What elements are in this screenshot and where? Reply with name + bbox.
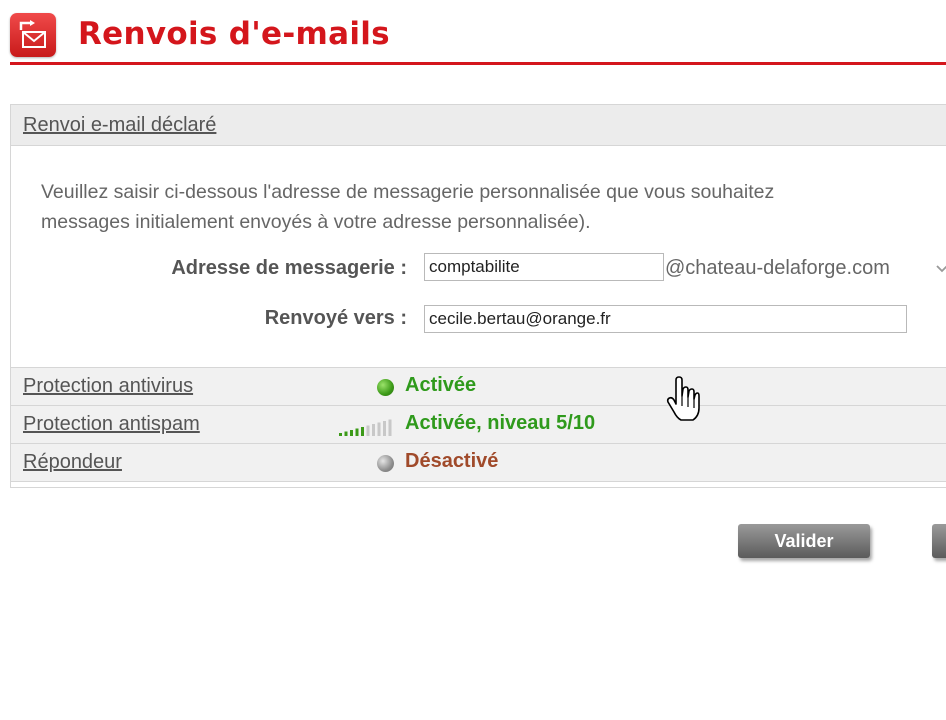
level-bar: [372, 424, 375, 436]
status-row-antispam: Protection antispam Activée, niveau 5/10: [11, 405, 946, 443]
responder-link[interactable]: Répondeur: [23, 451, 122, 474]
level-bars-icon: [339, 419, 392, 436]
antispam-link[interactable]: Protection antispam: [23, 413, 200, 436]
secondary-button[interactable]: [932, 524, 946, 558]
level-bar: [361, 427, 364, 436]
level-bar: [366, 425, 370, 436]
domain-select[interactable]: @chateau-delaforge.com: [665, 257, 890, 280]
level-bar: [344, 431, 348, 436]
level-bar: [383, 421, 386, 436]
page-title: Renvois d'e-mails: [78, 16, 390, 52]
level-bar: [339, 433, 342, 436]
section-title-link[interactable]: Renvoi e-mail déclaré: [23, 114, 216, 137]
antivirus-link[interactable]: Protection antivirus: [23, 375, 193, 398]
level-bar: [355, 428, 359, 436]
antivirus-state: Activée: [405, 374, 477, 396]
address-input[interactable]: [424, 253, 664, 281]
chevron-down-icon[interactable]: [936, 264, 946, 274]
level-bar: [377, 422, 381, 436]
status-green-dot-icon: [377, 379, 394, 396]
address-label: Adresse de messagerie :: [171, 257, 407, 279]
status-row-antivirus: Protection antivirus Activée: [11, 367, 946, 405]
status-row-responder: Répondeur Désactivé: [11, 443, 946, 482]
header-divider: [10, 62, 946, 65]
validate-button[interactable]: Valider: [738, 524, 870, 558]
hand-cursor-icon: [666, 376, 700, 421]
section-header: Renvoi e-mail déclaré: [11, 105, 946, 146]
mail-forward-icon: [10, 13, 56, 57]
level-bar: [350, 430, 353, 436]
responder-state: Désactivé: [405, 450, 499, 472]
instructions-line-1: Veuillez saisir ci-dessous l'adresse de …: [41, 181, 775, 203]
status-grey-dot-icon: [377, 455, 394, 472]
instructions-line-2: messages initialement envoyés à votre ad…: [41, 211, 591, 233]
page-header: Renvois d'e-mails: [0, 0, 946, 66]
forwarding-panel: Renvoi e-mail déclaré Veuillez saisir ci…: [10, 104, 946, 488]
level-bar: [388, 419, 392, 436]
antispam-state: Activée, niveau 5/10: [405, 412, 596, 434]
instructions-text: Veuillez saisir ci-dessous l'adresse de …: [41, 177, 946, 237]
forward-label: Renvoyé vers :: [264, 307, 407, 329]
forward-input[interactable]: [424, 305, 907, 333]
